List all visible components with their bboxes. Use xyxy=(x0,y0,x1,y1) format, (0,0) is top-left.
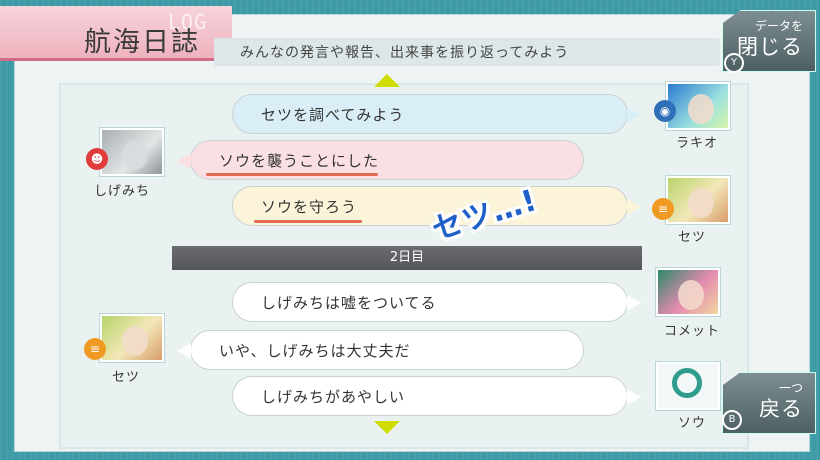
portrait-face xyxy=(678,280,704,310)
log-entry-bubble: いや、しげみちは大丈夫だ xyxy=(177,330,584,370)
log-entry-bubble: しげみちは嘘をついてる xyxy=(232,282,641,322)
log-entry-text: ソウを守ろう xyxy=(261,198,358,216)
day-divider: 2日目 xyxy=(172,246,642,270)
portrait-face xyxy=(688,188,714,218)
avatar xyxy=(656,268,720,316)
log-entry-text: しげみちがあやしい xyxy=(261,388,406,406)
y-button-icon: Y xyxy=(724,53,744,73)
scroll-down-arrow-icon[interactable] xyxy=(374,421,400,434)
portrait-face xyxy=(688,94,714,124)
speaker-name: コメット xyxy=(664,324,721,339)
speaker-name: ソウ xyxy=(678,416,707,431)
speaker-name: セツ xyxy=(678,230,707,245)
avatar xyxy=(100,314,164,362)
back-button-label: 戻る xyxy=(759,397,803,421)
log-entry-bubble: しげみちがあやしい xyxy=(232,376,641,416)
role-icon: ☻ xyxy=(86,148,108,170)
page-title: 航海日誌 xyxy=(84,27,200,58)
avatar xyxy=(666,82,730,130)
avatar xyxy=(666,176,730,224)
log-entry-bubble: セツを調べてみよう xyxy=(232,94,641,134)
speaker-name: セツ xyxy=(112,370,141,385)
role-icon: ≡ xyxy=(84,338,106,360)
b-button-icon: B xyxy=(722,410,742,430)
log-entry-text: いや、しげみちは大丈夫だ xyxy=(219,342,411,360)
highlight-underline xyxy=(206,173,378,176)
title-tab: LOG 航海日誌 xyxy=(0,6,232,61)
log-entry-text: セツを調べてみよう xyxy=(261,106,405,124)
log-entry-text: ソウを襲うことにした xyxy=(219,152,380,170)
portrait-face xyxy=(122,140,148,170)
highlight-underline xyxy=(254,220,362,223)
close-data-button-label: 閉じる xyxy=(737,35,803,59)
speaker-name: しげみち xyxy=(94,184,151,199)
speaker-name: ラキオ xyxy=(676,136,719,151)
log-entry-text: しげみちは嘘をついてる xyxy=(261,294,437,312)
portrait-face xyxy=(122,326,148,356)
sou-emblem-icon xyxy=(672,368,702,398)
role-icon: ≡ xyxy=(652,198,674,220)
role-icon: ◉ xyxy=(654,100,676,122)
scroll-up-arrow-icon[interactable] xyxy=(374,74,400,87)
avatar xyxy=(656,362,720,410)
page-subtitle: みんなの発言や報告、出来事を振り返ってみよう xyxy=(240,45,570,61)
avatar xyxy=(100,128,164,176)
